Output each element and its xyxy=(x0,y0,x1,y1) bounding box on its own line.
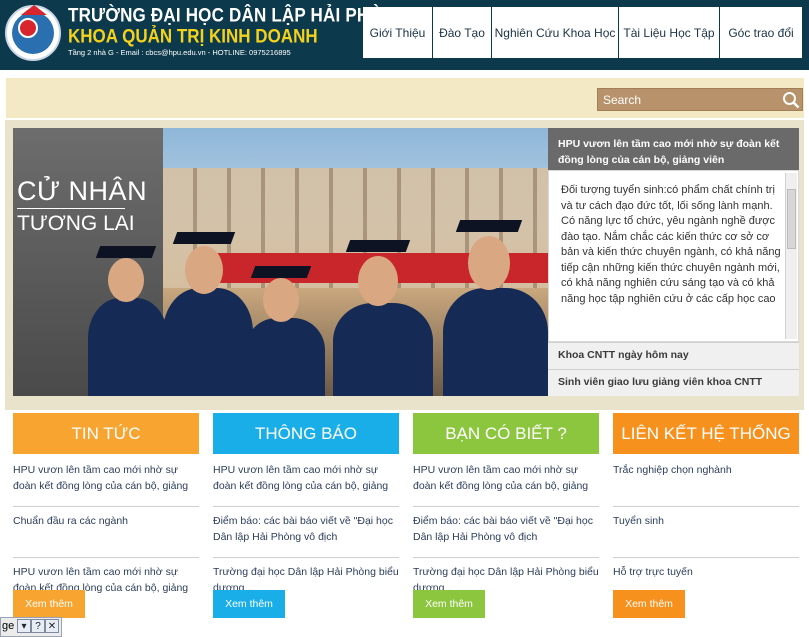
nav-item-tai-lieu[interactable]: Tài Liệu Học Tập xyxy=(619,7,720,58)
nav-item-gioi-thieu[interactable]: Giới Thiệu xyxy=(363,7,433,58)
more-button[interactable]: Xem thêm xyxy=(13,590,85,618)
more-button[interactable]: Xem thêm xyxy=(413,590,485,618)
university-logo[interactable] xyxy=(5,5,61,61)
list-item[interactable]: Trắc nghiệp chọn nghành xyxy=(613,462,799,507)
nav-item-dao-tao[interactable]: Đào Tạo xyxy=(433,7,492,58)
column-ban-co-biet: BẠN CÓ BIẾT ? HPU vươn lên tầm cao mới n… xyxy=(413,413,599,615)
column-list: HPU vươn lên tầm cao mới nhờ sự đoàn kết… xyxy=(213,462,399,609)
graduate-figure xyxy=(333,303,433,396)
scrollbar-thumb[interactable] xyxy=(787,189,796,249)
graduate-figure xyxy=(88,298,168,396)
slider-item-2[interactable]: Sinh viên giao lưu giảng viên khoa CNTT xyxy=(548,369,799,396)
graduate-face xyxy=(263,278,299,322)
site-header: TRƯỜNG ĐẠI HỌC DÂN LẬP HẢI PHÒNG KHOA QU… xyxy=(0,0,809,70)
column-header[interactable]: TIN TỨC xyxy=(13,413,199,454)
slider-caption-line1: CỬ NHÂN xyxy=(17,176,148,206)
slider-item-1[interactable]: Khoa CNTT ngày hôm nay xyxy=(548,342,799,369)
graduate-figure xyxy=(443,288,548,396)
column-list: HPU vươn lên tầm cao mới nhờ sự đoàn kết… xyxy=(13,462,199,609)
slider-active-title[interactable]: HPU vươn lên tầm cao mới nhờ sự đoàn kết… xyxy=(548,128,799,170)
column-lien-ket: LIÊN KẾT HỆ THỐNG Trắc nghiệp chọn nghàn… xyxy=(613,413,799,615)
logo-emblem xyxy=(18,18,38,38)
graduation-cap xyxy=(455,220,523,232)
column-header[interactable]: LIÊN KẾT HỆ THỐNG xyxy=(613,413,799,454)
more-button[interactable]: Xem thêm xyxy=(213,590,285,618)
column-header[interactable]: THÔNG BÁO xyxy=(213,413,399,454)
graduate-figure xyxy=(163,288,253,396)
list-item[interactable]: HPU vươn lên tầm cao mới nhờ sự đoàn kết… xyxy=(13,462,199,507)
graduation-cap xyxy=(250,266,312,278)
scrollbar[interactable] xyxy=(785,173,797,339)
slider-body-text: Đối tượng tuyển sinh:có phẩm chất chính … xyxy=(561,184,781,305)
graduation-cap xyxy=(345,240,411,252)
dropdown-icon[interactable]: ▾ xyxy=(17,619,31,633)
nav-item-goc-trao-doi[interactable]: Góc trao đổi xyxy=(720,7,802,58)
caption-divider xyxy=(17,208,125,209)
graduation-cap xyxy=(95,246,157,258)
faculty-name: KHOA QUẢN TRỊ KINH DOANH xyxy=(68,25,318,47)
column-tin-tuc: TIN TỨC HPU vươn lên tầm cao mới nhờ sự … xyxy=(13,413,199,615)
slider-sidebar: HPU vươn lên tầm cao mới nhờ sự đoàn kết… xyxy=(548,128,799,396)
slider-image[interactable]: CỬ NHÂN TƯƠNG LAI xyxy=(13,128,548,396)
search-placeholder: Search xyxy=(603,93,642,107)
column-thong-bao: THÔNG BÁO HPU vươn lên tầm cao mới nhờ s… xyxy=(213,413,399,615)
list-item[interactable]: Điểm báo: các bài báo viết về "Đại học D… xyxy=(213,513,399,558)
graduate-figure xyxy=(245,318,325,396)
more-button[interactable]: Xem thêm xyxy=(613,590,685,618)
list-item[interactable]: Chuẩn đầu ra các ngành xyxy=(13,513,199,558)
search-input[interactable]: Search xyxy=(597,88,803,111)
list-item[interactable]: Tuyển sinh xyxy=(613,513,799,558)
slider-active-body: Đối tượng tuyển sinh:có phẩm chất chính … xyxy=(548,170,799,342)
nav-item-nghien-cuu[interactable]: Nghiên Cứu Khoa Học xyxy=(492,7,619,58)
graduate-face xyxy=(185,246,223,294)
graduate-face xyxy=(358,256,398,306)
list-item[interactable]: Điểm báo: các bài báo viết về "Đại học D… xyxy=(413,513,599,558)
main-nav: Giới Thiệu Đào Tạo Nghiên Cứu Khoa Học T… xyxy=(363,7,802,58)
help-icon[interactable]: ? xyxy=(31,619,45,633)
list-item[interactable]: HPU vươn lên tầm cao mới nhờ sự đoàn kết… xyxy=(213,462,399,507)
list-item[interactable]: HPU vươn lên tầm cao mới nhờ sự đoàn kết… xyxy=(413,462,599,507)
search-icon[interactable] xyxy=(782,91,800,109)
column-list: HPU vươn lên tầm cao mới nhờ sự đoàn kết… xyxy=(413,462,599,609)
column-list: Trắc nghiệp chọn nghành Tuyển sinh Hỗ tr… xyxy=(613,462,799,609)
graduation-cap xyxy=(172,232,236,244)
close-icon[interactable]: ✕ xyxy=(45,619,59,633)
browser-status-bar: ge ▾ ? ✕ xyxy=(0,617,62,637)
status-text: ge xyxy=(2,620,15,632)
graduate-face xyxy=(108,258,144,302)
column-header[interactable]: BẠN CÓ BIẾT ? xyxy=(413,413,599,454)
school-name: TRƯỜNG ĐẠI HỌC DÂN LẬP HẢI PHÒNG xyxy=(68,4,409,26)
logo-roof-icon xyxy=(21,5,47,15)
graduate-face xyxy=(468,236,510,290)
slider-caption-line2: TƯƠNG LAI xyxy=(17,212,135,235)
contact-info: Tầng 2 nhà G - Email : cbcs@hpu.edu.vn -… xyxy=(68,48,291,57)
